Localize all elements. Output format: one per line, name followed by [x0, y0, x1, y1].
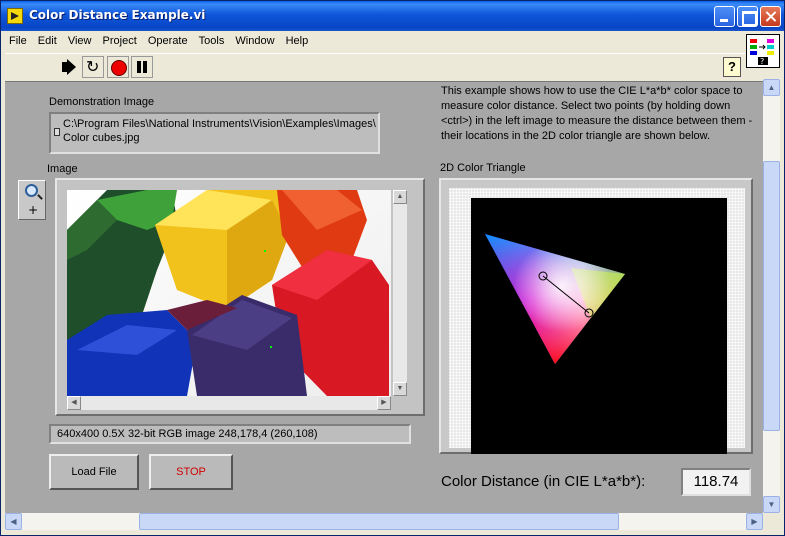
image-tools-palette: + [18, 180, 46, 220]
scroll-left-icon[interactable]: ◀ [67, 396, 81, 410]
menu-bar: File Edit View Project Operate Tools Win… [5, 32, 745, 52]
image-display: ▲ ▼ ◀ ▶ [55, 178, 425, 416]
maximize-button[interactable] [737, 6, 758, 27]
window-horizontal-scrollbar[interactable]: ◀ ▶ [5, 513, 763, 530]
window-vertical-scrollbar[interactable]: ▲ ▼ [763, 79, 780, 513]
demo-image-path-control[interactable]: C:\Program Files\National Instruments\Vi… [49, 112, 380, 154]
svg-text:?: ? [760, 57, 764, 66]
stop-button[interactable]: STOP [149, 454, 233, 490]
toolbar: ? [5, 53, 745, 79]
minimize-button[interactable] [714, 6, 735, 27]
front-panel: Demonstration Image C:\Program Files\Nat… [5, 81, 763, 513]
color-cubes-graphic [67, 190, 391, 396]
menu-edit[interactable]: Edit [34, 32, 61, 47]
color-distance-label: Color Distance (in CIE L*a*b*): [441, 473, 646, 490]
labview-app-icon [7, 8, 23, 24]
browse-icon[interactable] [54, 128, 60, 136]
title-bar[interactable]: Color Distance Example.vi [1, 1, 784, 31]
color-distance-value: 118.74 [681, 468, 751, 496]
run-continuously-icon[interactable] [82, 56, 104, 78]
triangle-background [449, 188, 745, 454]
abort-icon[interactable] [107, 56, 129, 78]
window-vscroll-thumb[interactable] [763, 161, 780, 431]
vi-icon-graphic: ? [750, 39, 774, 66]
path-line-2: Color cubes.jpg [63, 132, 140, 144]
menu-window[interactable]: Window [231, 32, 278, 47]
point-tool-icon[interactable]: + [28, 203, 38, 217]
menu-file[interactable]: File [5, 32, 31, 47]
image-label: Image [47, 163, 78, 175]
scroll-down-icon[interactable]: ▼ [393, 382, 407, 396]
run-arrow-icon[interactable] [57, 56, 79, 78]
color-triangle-graphic[interactable] [471, 198, 727, 454]
demo-image-label: Demonstration Image [49, 96, 155, 108]
pause-icon[interactable] [131, 56, 153, 78]
window-scroll-left-icon[interactable]: ◀ [5, 513, 22, 530]
image-info-bar: 640x400 0.5X 32-bit RGB image 248,178,4 … [49, 424, 411, 444]
close-button[interactable] [760, 6, 781, 27]
window-hscroll-thumb[interactable] [139, 513, 619, 530]
color-cubes-image[interactable] [67, 190, 391, 396]
description-text: This example shows how to use the CIE L*… [441, 85, 753, 142]
vi-window: Color Distance Example.vi File Edit View… [0, 0, 785, 536]
window-scroll-down-icon[interactable]: ▼ [763, 496, 780, 513]
window-title: Color Distance Example.vi [29, 8, 206, 22]
image-horizontal-scrollbar[interactable]: ◀ ▶ [67, 396, 391, 410]
image-vertical-scrollbar[interactable]: ▲ ▼ [393, 190, 407, 396]
color-triangle-display [439, 178, 753, 454]
color-triangle-label: 2D Color Triangle [440, 162, 526, 174]
window-scroll-up-icon[interactable]: ▲ [763, 79, 780, 96]
menu-view[interactable]: View [64, 32, 96, 47]
menu-project[interactable]: Project [99, 32, 141, 47]
vi-connector-icon: ? [746, 34, 780, 68]
menu-tools[interactable]: Tools [195, 32, 229, 47]
path-line-1: C:\Program Files\National Instruments\Vi… [63, 118, 376, 130]
window-scroll-right-icon[interactable]: ▶ [746, 513, 763, 530]
load-file-button[interactable]: Load File [49, 454, 139, 490]
zoom-icon[interactable] [25, 184, 38, 197]
menu-help[interactable]: Help [282, 32, 313, 47]
menu-operate[interactable]: Operate [144, 32, 192, 47]
context-help-button[interactable]: ? [723, 57, 741, 77]
scroll-up-icon[interactable]: ▲ [393, 190, 407, 204]
scroll-right-icon[interactable]: ▶ [377, 396, 391, 410]
